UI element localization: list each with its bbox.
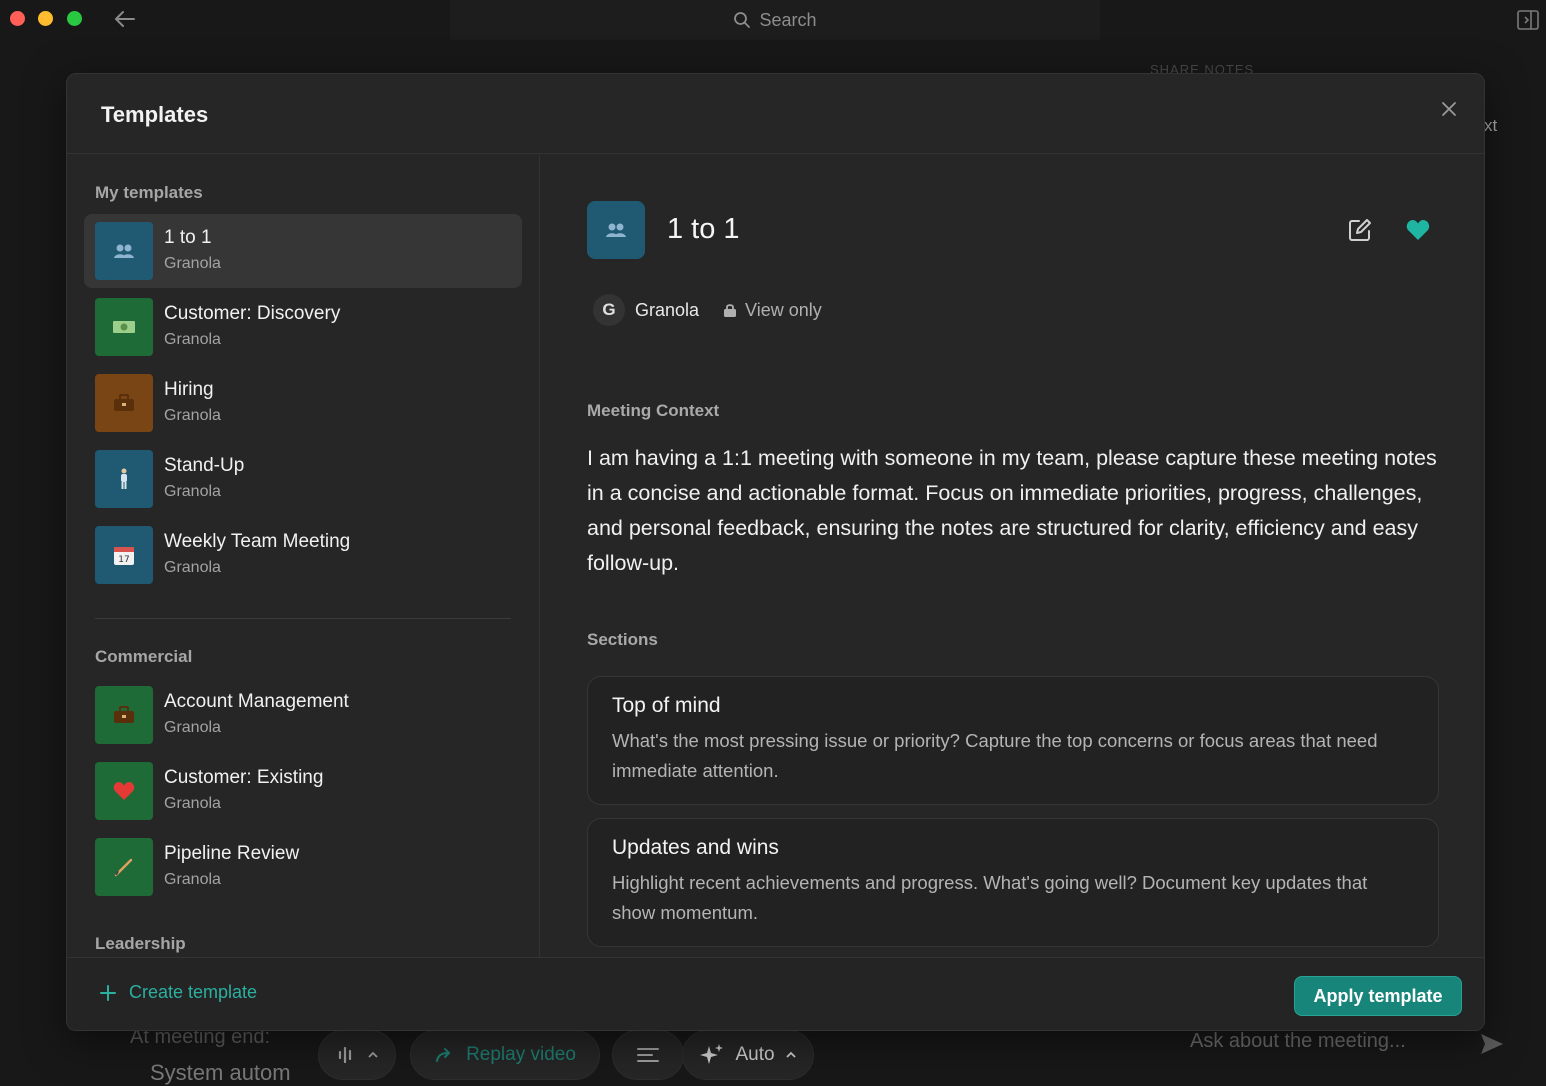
avatar: G xyxy=(593,294,625,326)
zoom-window-button[interactable] xyxy=(67,11,82,26)
lock-icon xyxy=(724,304,737,317)
lines-icon xyxy=(637,1048,659,1062)
back-arrow-icon[interactable] xyxy=(112,8,138,30)
templates-sidebar: My templates 1 to 1 Granola Customer: Di… xyxy=(67,155,540,957)
template-name: Stand-Up xyxy=(164,455,245,476)
ask-meeting-input[interactable]: Ask about the meeting... xyxy=(1190,1030,1406,1053)
auto-mode-button[interactable]: Auto xyxy=(682,1030,814,1080)
audio-level-button[interactable] xyxy=(318,1030,396,1080)
template-author: Granola xyxy=(164,795,221,812)
auto-label: Auto xyxy=(735,1044,775,1065)
standing-person-icon xyxy=(95,450,153,508)
template-item-stand-up[interactable]: Stand-Up Granola xyxy=(84,442,522,516)
owner-row: G Granola View only xyxy=(593,293,822,327)
system-auto-fragment: System autom xyxy=(150,1060,291,1085)
template-item-hiring[interactable]: Hiring Granola xyxy=(84,366,522,440)
template-author: Granola xyxy=(164,255,221,272)
close-window-button[interactable] xyxy=(10,11,25,26)
sections-heading: Sections xyxy=(587,630,658,649)
template-name: 1 to 1 xyxy=(164,227,212,248)
meeting-context-text: I am having a 1:1 meeting with someone i… xyxy=(587,446,1437,575)
briefcase-icon xyxy=(95,686,153,744)
minimize-window-button[interactable] xyxy=(38,11,53,26)
chevron-up-icon xyxy=(368,1051,378,1058)
template-name: Customer: Existing xyxy=(164,767,324,788)
template-item-customer-discovery[interactable]: Customer: Discovery Granola xyxy=(84,290,522,364)
template-item-1-to-1[interactable]: 1 to 1 Granola xyxy=(84,214,522,288)
section-card: Updates and wins Highlight recent achiev… xyxy=(587,818,1439,947)
template-item-account-management[interactable]: Account Management Granola xyxy=(84,678,522,752)
sparkle-icon xyxy=(700,1044,724,1064)
apply-template-button[interactable]: Apply template xyxy=(1294,976,1462,1016)
template-detail: 1 to 1 G Granola View only Meeting Conte… xyxy=(541,155,1484,957)
section-description: What's the most pressing issue or priori… xyxy=(612,730,1378,781)
section-card: Top of mind What's the most pressing iss… xyxy=(587,676,1439,805)
template-author: Granola xyxy=(164,719,221,736)
section-description: Highlight recent achievements and progre… xyxy=(612,872,1368,923)
plus-icon xyxy=(100,984,116,1001)
meeting-toolbar: At meeting end: System autom Replay vide… xyxy=(0,1026,1546,1086)
modal-header: Templates xyxy=(67,74,1484,154)
svg-text:17: 17 xyxy=(118,555,129,565)
share-arrow-icon xyxy=(436,1048,451,1062)
commercial-heading: Commercial xyxy=(95,647,193,666)
people-icon xyxy=(587,201,645,259)
template-author: Granola xyxy=(164,483,221,500)
template-author: Granola xyxy=(164,871,221,888)
background-text-fragment: xt xyxy=(1484,116,1498,135)
people-icon xyxy=(95,222,153,280)
template-title: 1 to 1 xyxy=(667,213,740,245)
close-icon[interactable] xyxy=(1438,98,1460,120)
search-icon xyxy=(734,12,751,28)
template-name: Account Management xyxy=(164,691,349,712)
template-name: Hiring xyxy=(164,379,214,400)
modal-title: Templates xyxy=(101,102,209,127)
pencil-icon xyxy=(95,838,153,896)
create-template-button[interactable]: Create template xyxy=(99,982,257,1003)
replay-video-button[interactable]: Replay video xyxy=(410,1030,600,1080)
template-author: Granola xyxy=(164,559,221,576)
modal-footer: Create template Apply template xyxy=(67,957,1484,1030)
search-placeholder: Search xyxy=(759,9,817,30)
calendar-icon: 17 xyxy=(95,526,153,584)
send-icon[interactable] xyxy=(1478,1030,1506,1058)
replay-label: Replay video xyxy=(466,1044,576,1065)
briefcase-icon xyxy=(95,374,153,432)
templates-modal: Templates My templates 1 to 1 Granola Cu… xyxy=(66,73,1485,1031)
system-automation-text: System autom xyxy=(150,1060,291,1086)
my-templates-heading: My templates xyxy=(95,183,203,202)
template-name: Weekly Team Meeting xyxy=(164,531,351,552)
edit-icon[interactable] xyxy=(1347,217,1373,243)
heart-icon xyxy=(95,762,153,820)
permission-text: View only xyxy=(745,299,822,320)
sidebar-toggle-icon[interactable] xyxy=(1516,8,1540,32)
audio-bars-icon xyxy=(338,1046,352,1064)
meeting-context-heading: Meeting Context xyxy=(587,401,720,420)
money-icon xyxy=(95,298,153,356)
search-bar[interactable]: Search xyxy=(450,0,1100,40)
template-author: Granola xyxy=(164,407,221,424)
section-title: Updates and wins xyxy=(612,836,779,859)
template-name: Pipeline Review xyxy=(164,843,300,864)
app-window: Search SHARE NOTES xt At meeting end: Sy… xyxy=(0,0,1546,1086)
create-template-label: Create template xyxy=(129,982,258,1002)
template-item-customer-existing[interactable]: Customer: Existing Granola xyxy=(84,754,522,828)
leadership-heading: Leadership xyxy=(95,934,186,953)
template-item-weekly-team-meeting[interactable]: 17 Weekly Team Meeting Granola xyxy=(84,518,522,592)
favorite-heart-icon[interactable] xyxy=(1405,217,1431,243)
title-bar: Search xyxy=(0,0,1546,40)
notes-view-button[interactable] xyxy=(612,1030,684,1080)
template-author: Granola xyxy=(164,331,221,348)
permission-badge: View only xyxy=(723,300,822,321)
section-title: Top of mind xyxy=(612,694,721,717)
template-item-pipeline-review[interactable]: Pipeline Review Granola xyxy=(84,830,522,904)
chevron-up-icon xyxy=(785,1051,796,1058)
template-name: Customer: Discovery xyxy=(164,303,341,324)
sidebar-divider xyxy=(95,618,511,619)
owner-name: Granola xyxy=(635,299,700,320)
